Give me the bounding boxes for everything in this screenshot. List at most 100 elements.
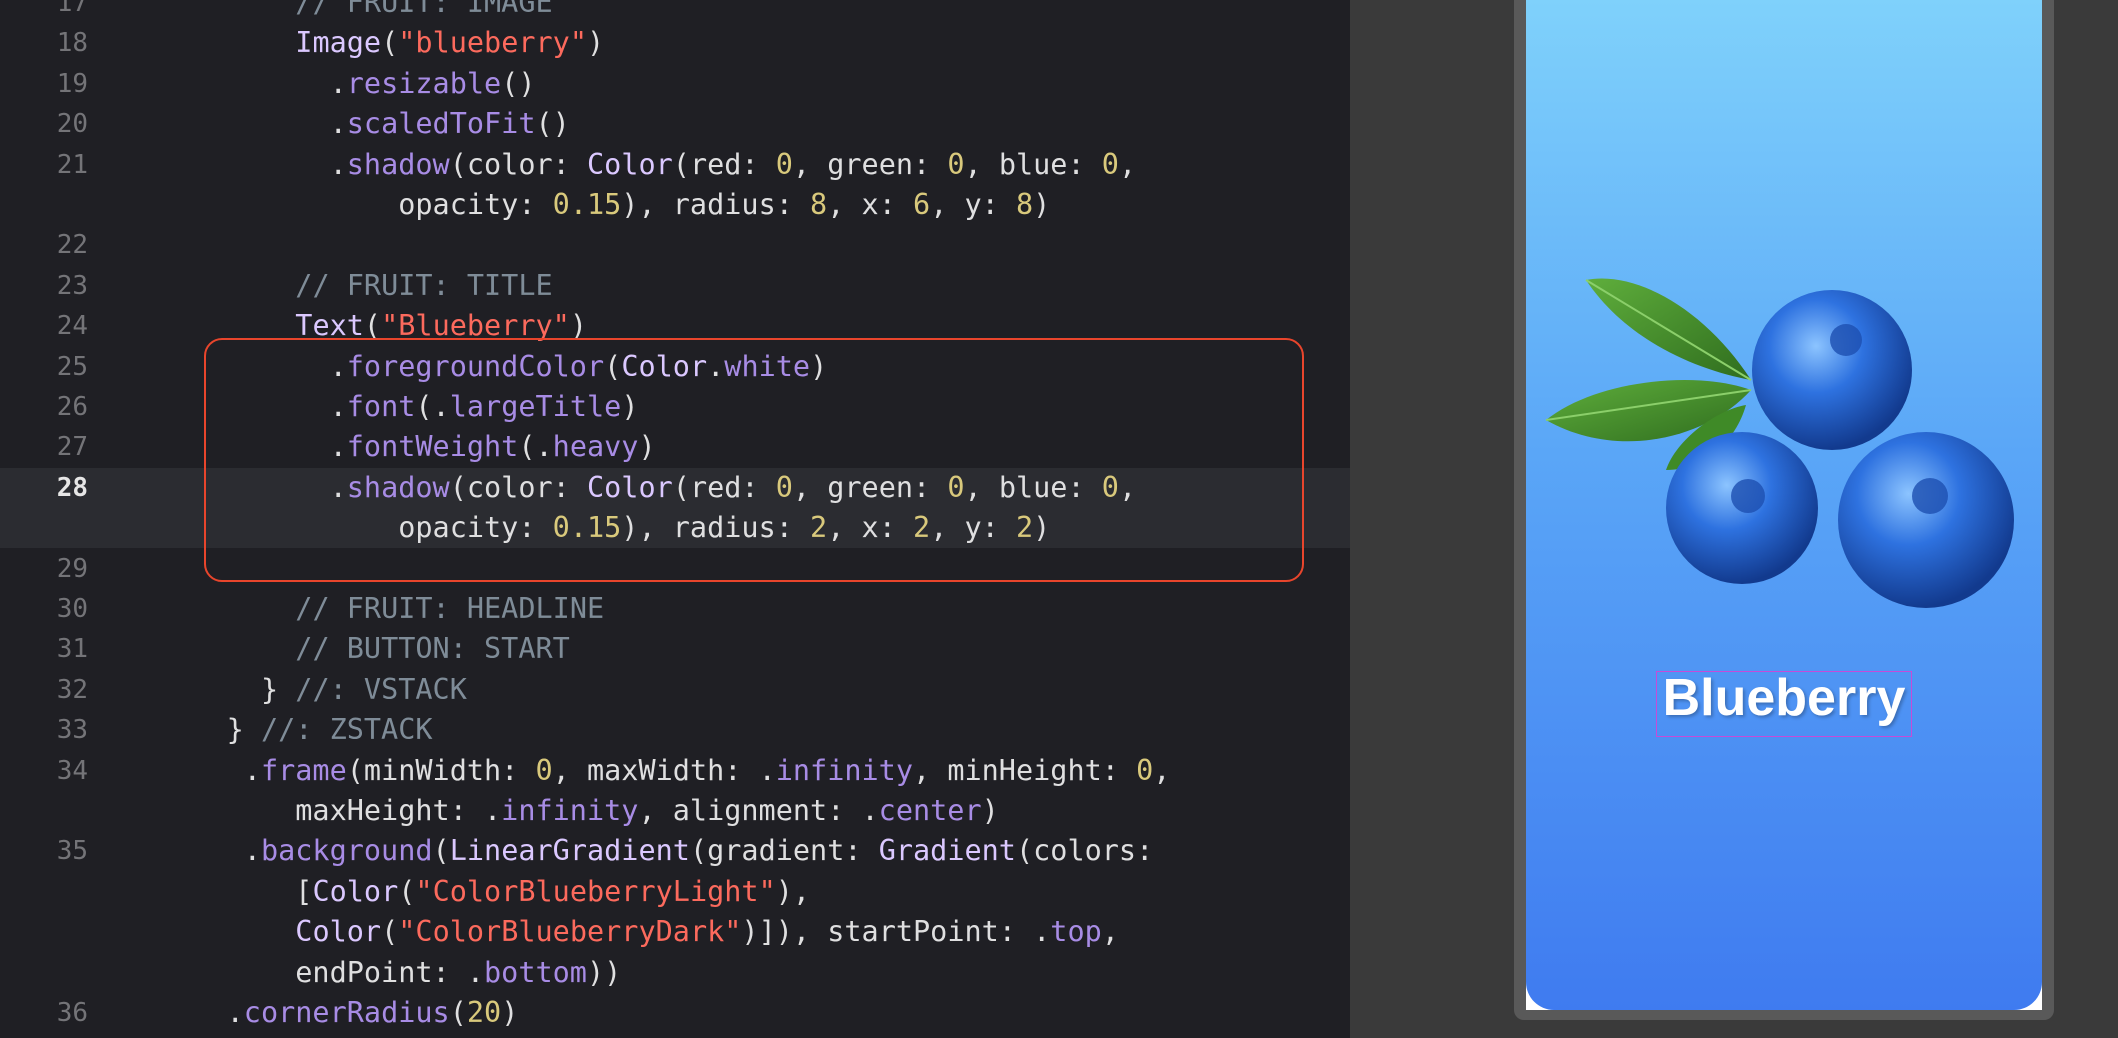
code-token: ( [398, 874, 416, 908]
code-token: cornerRadius [243, 996, 450, 1029]
code-text: [Color("ColorBlueberryLight"), [158, 872, 810, 912]
code-token: 0 [1136, 753, 1154, 787]
code-text: .background(LinearGradient(gradient: Gra… [158, 831, 1153, 871]
code-token: ( [381, 26, 399, 60]
line-number: 36 [56, 998, 88, 1028]
code-token: // FRUIT: TITLE [295, 268, 553, 302]
code-text: endPoint: .bottom)) [158, 953, 621, 993]
code-line[interactable]: maxHeight: .infinity, alignment: .center… [0, 791, 1350, 831]
code-text: .resizable() [158, 64, 536, 104]
line-number: 22 [56, 230, 88, 261]
code-token: Color [312, 874, 399, 908]
code-text: maxHeight: .infinity, alignment: .center… [158, 791, 999, 831]
code-token: endPoint: . [158, 955, 485, 989]
code-line[interactable]: 36 .cornerRadius(20) [0, 993, 1350, 1033]
code-token: shadow [346, 147, 450, 181]
code-line[interactable]: 22 [0, 225, 1350, 265]
line-number: 27 [56, 432, 88, 463]
code-token: () [501, 66, 536, 100]
line-number: 29 [56, 553, 88, 584]
code-token: 8 [810, 188, 828, 221]
code-token: "ColorBlueberryDark" [398, 915, 742, 949]
code-token: . [158, 834, 261, 868]
code-token: , [1101, 915, 1119, 949]
code-token: maxHeight: . [158, 794, 502, 827]
code-token: ) [587, 26, 605, 60]
line-number: 21 [56, 149, 88, 180]
code-token: . [158, 753, 261, 787]
code-token: ) [981, 794, 999, 827]
code-token: infinity [501, 794, 639, 827]
code-token: , [1153, 753, 1171, 787]
line-number: 26 [56, 392, 88, 422]
code-line[interactable]: [Color("ColorBlueberryLight"), [0, 872, 1350, 912]
annotation-highlight-box [204, 338, 1304, 582]
line-number: 33 [56, 715, 88, 746]
code-text: .frame(minWidth: 0, maxWidth: .infinity,… [158, 751, 1171, 791]
code-line[interactable]: 20 .scaledToFit() [0, 104, 1350, 144]
code-text: .cornerRadius(20) [158, 993, 519, 1033]
blueberry-image[interactable] [1546, 270, 2026, 620]
code-token: Gradient [878, 834, 1016, 868]
code-token: ( [381, 915, 399, 949]
code-line[interactable]: 31 // BUTTON: START [0, 629, 1350, 669]
code-token: ( [432, 834, 450, 868]
code-token: resizable [346, 66, 502, 100]
code-token: Image [295, 26, 382, 60]
code-token: } [158, 713, 261, 747]
code-token: ), [775, 874, 811, 908]
line-number: 18 [56, 28, 88, 59]
code-token: )) [586, 955, 622, 989]
code-token: , maxWidth: . [552, 753, 776, 787]
code-line[interactable]: endPoint: .bottom)) [0, 953, 1350, 993]
code-token: 0 [947, 147, 965, 181]
code-token: )]), startPoint: . [741, 915, 1051, 949]
code-token: } [158, 672, 296, 706]
code-line[interactable]: 21 .shadow(color: Color(red: 0, green: 0… [0, 145, 1350, 185]
code-line[interactable]: 19 .resizable() [0, 64, 1350, 104]
code-token: 0 [775, 147, 793, 181]
code-line[interactable]: 17 // FRUIT: IMAGE [0, 0, 1350, 23]
code-token: 6 [913, 188, 931, 221]
code-line[interactable]: 18 Image("blueberry") [0, 23, 1350, 63]
code-text: } //: ZSTACK [158, 710, 433, 750]
code-token: 8 [1015, 188, 1034, 221]
line-number: 34 [56, 755, 88, 786]
code-token: , y: [930, 188, 1016, 221]
code-token: [ [158, 874, 313, 908]
code-line[interactable]: 33 } //: ZSTACK [0, 710, 1350, 750]
code-token: 0.15 [552, 188, 622, 221]
code-token: Color [586, 147, 673, 181]
code-token: top [1050, 915, 1102, 949]
code-token: , alignment: . [638, 794, 879, 827]
code-line[interactable]: Color("ColorBlueberryDark")]), startPoin… [0, 912, 1350, 952]
code-line[interactable]: 30 // FRUIT: HEADLINE [0, 589, 1350, 629]
code-token: . [158, 66, 347, 100]
line-number: 23 [56, 270, 88, 301]
code-token: LinearGradient [449, 834, 690, 868]
code-token: // BUTTON: START [295, 632, 570, 666]
code-line[interactable]: 23 // FRUIT: TITLE [0, 266, 1350, 306]
code-line[interactable]: 32 } //: VSTACK [0, 670, 1350, 710]
code-token: , blue: [964, 147, 1102, 181]
code-token: 20 [466, 996, 502, 1029]
code-text: .shadow(color: Color(red: 0, green: 0, b… [158, 145, 1137, 185]
line-number: 20 [56, 109, 88, 140]
line-number: 35 [56, 836, 88, 867]
line-number: 17 [56, 0, 88, 18]
code-token: infinity [775, 753, 914, 787]
code-token: "ColorBlueberryLight" [415, 874, 776, 908]
code-text: // FRUIT: HEADLINE [158, 589, 604, 629]
code-line[interactable]: 34 .frame(minWidth: 0, maxWidth: .infini… [0, 751, 1350, 791]
code-line[interactable]: opacity: 0.15), radius: 8, x: 6, y: 8) [0, 185, 1350, 225]
code-token: , x: [827, 188, 914, 221]
code-token: (red: [672, 147, 776, 181]
code-token: . [158, 147, 347, 181]
code-token: (minWidth: [346, 753, 536, 787]
code-token: ) [501, 996, 519, 1029]
code-token: //: VSTACK [295, 672, 467, 706]
code-line[interactable]: 35 .background(LinearGradient(gradient: … [0, 831, 1350, 871]
